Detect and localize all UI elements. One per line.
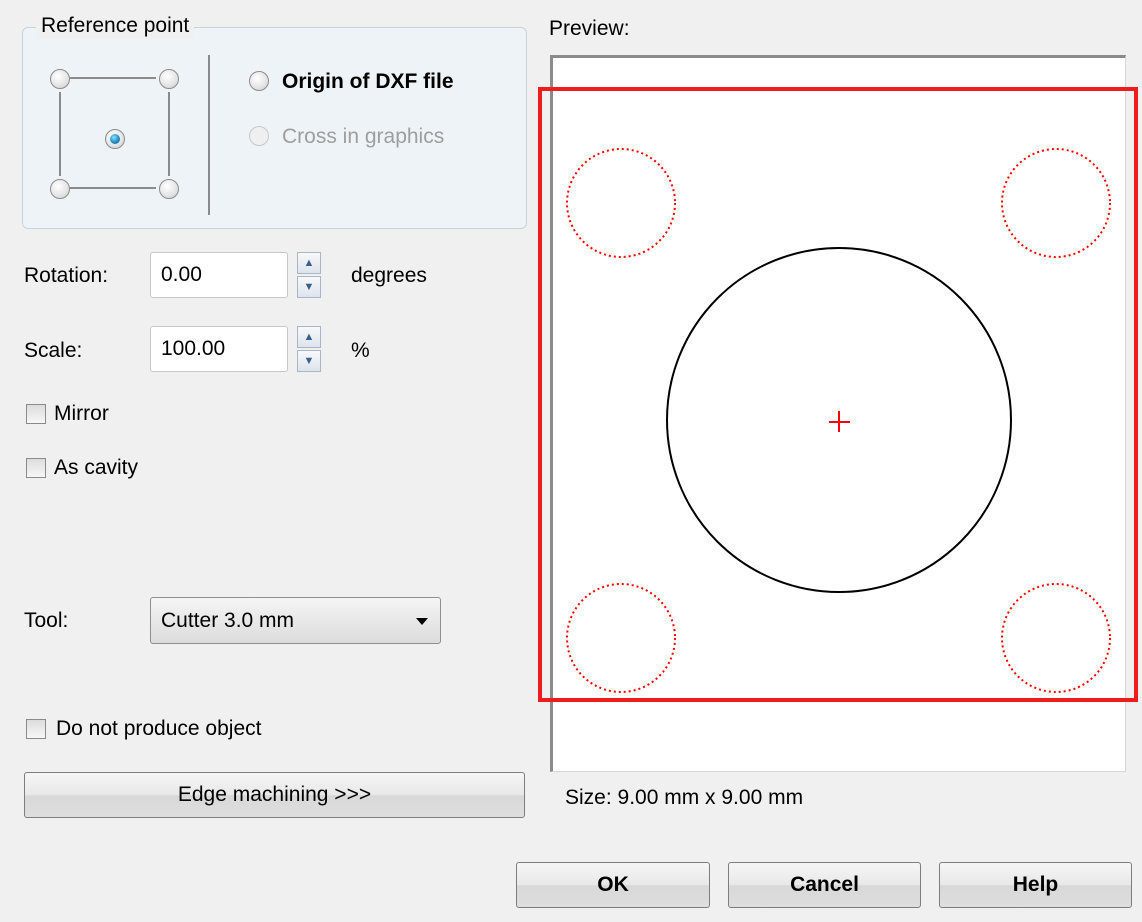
preview-label: Preview: bbox=[549, 17, 630, 40]
scale-unit: % bbox=[351, 339, 370, 362]
mirror-checkbox[interactable] bbox=[26, 404, 46, 424]
reference-separator bbox=[208, 55, 210, 215]
reference-radio-center[interactable] bbox=[105, 129, 125, 149]
do-not-produce-label[interactable]: Do not produce object bbox=[56, 717, 261, 741]
tool-dropdown[interactable]: Cutter 3.0 mm bbox=[150, 597, 441, 644]
cancel-button[interactable]: Cancel bbox=[728, 862, 921, 908]
scale-input[interactable] bbox=[150, 326, 288, 372]
rotation-spinner[interactable]: ▲ ▼ bbox=[297, 252, 321, 298]
scale-up-arrow-icon[interactable]: ▲ bbox=[297, 326, 321, 348]
tool-dropdown-value: Cutter 3.0 mm bbox=[161, 609, 295, 632]
rotation-down-arrow-icon[interactable]: ▼ bbox=[297, 276, 321, 298]
cross-in-graphics-radio bbox=[249, 126, 269, 146]
origin-dxf-label[interactable]: Origin of DXF file bbox=[282, 70, 454, 94]
as-cavity-checkbox[interactable] bbox=[26, 458, 46, 478]
mirror-label[interactable]: Mirror bbox=[54, 402, 109, 426]
chevron-down-icon bbox=[416, 618, 428, 625]
rotation-label: Rotation: bbox=[24, 264, 109, 287]
reference-frame-bottom-line bbox=[70, 187, 156, 189]
reference-radio-bottom-right[interactable] bbox=[159, 179, 179, 199]
reference-frame-top-line bbox=[70, 77, 156, 79]
reference-radio-top-left[interactable] bbox=[50, 69, 70, 89]
as-cavity-label[interactable]: As cavity bbox=[54, 456, 138, 480]
scale-label: Scale: bbox=[24, 339, 83, 362]
edge-machining-button[interactable]: Edge machining >>> bbox=[24, 772, 525, 818]
cross-in-graphics-label: Cross in graphics bbox=[282, 125, 445, 148]
ok-button[interactable]: OK bbox=[516, 862, 710, 908]
scale-spinner[interactable]: ▲ ▼ bbox=[297, 326, 321, 372]
scale-down-arrow-icon[interactable]: ▼ bbox=[297, 350, 321, 372]
rotation-input[interactable] bbox=[150, 252, 288, 298]
tool-label: Tool: bbox=[24, 609, 69, 632]
do-not-produce-checkbox[interactable] bbox=[26, 719, 46, 739]
origin-dxf-radio[interactable] bbox=[249, 71, 269, 91]
help-button[interactable]: Help bbox=[939, 862, 1132, 908]
rotation-unit: degrees bbox=[351, 264, 427, 287]
rotation-up-arrow-icon[interactable]: ▲ bbox=[297, 252, 321, 274]
reference-radio-top-right[interactable] bbox=[159, 69, 179, 89]
preview-size-text: Size: 9.00 mm x 9.00 mm bbox=[565, 786, 804, 809]
reference-point-title: Reference point bbox=[36, 13, 195, 39]
reference-frame-left-line bbox=[59, 92, 61, 176]
preview-highlight-box bbox=[538, 87, 1138, 702]
reference-radio-bottom-left[interactable] bbox=[50, 179, 70, 199]
reference-frame-right-line bbox=[168, 92, 170, 176]
reference-point-group bbox=[22, 27, 527, 229]
